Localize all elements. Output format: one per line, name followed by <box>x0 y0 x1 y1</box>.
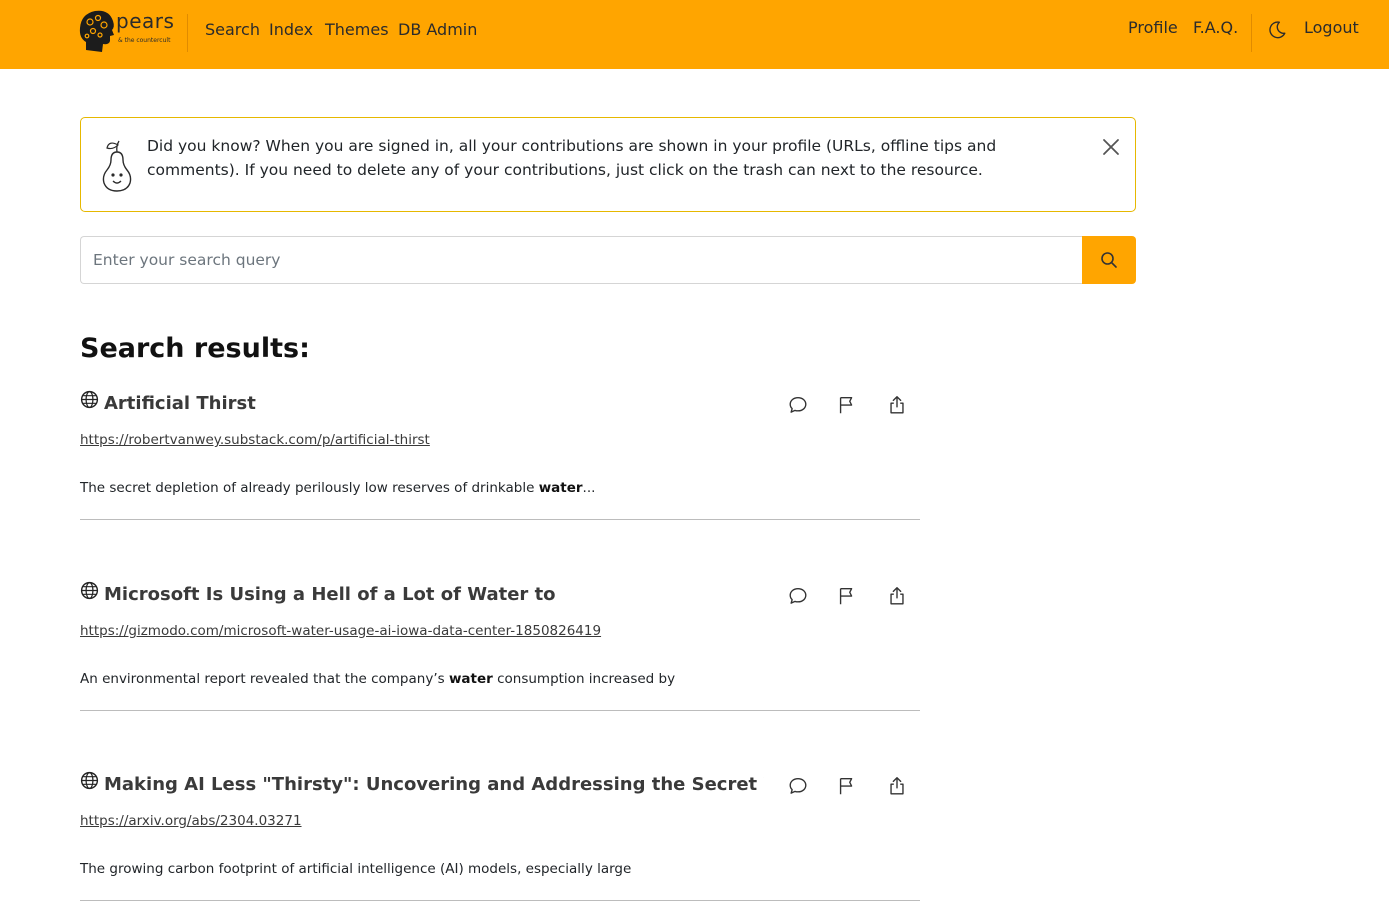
result-url-link[interactable]: https://robertvanwey.substack.com/p/arti… <box>80 432 430 448</box>
search-icon <box>1101 252 1117 268</box>
snippet-highlight: water <box>448 671 493 687</box>
brand-wordmark: pears <box>116 9 175 33</box>
result-snippet: The secret depletion of already perilous… <box>80 480 595 496</box>
moon-icon[interactable] <box>1266 19 1288 41</box>
globe-icon <box>80 581 99 600</box>
flag-icon[interactable] <box>836 394 858 416</box>
globe-icon <box>80 771 99 790</box>
share-icon[interactable] <box>886 585 908 607</box>
globe-icon <box>80 390 99 409</box>
result-title-link[interactable]: Making AI Less "Thirsty": Uncovering and… <box>104 774 764 795</box>
search-button[interactable] <box>1082 236 1136 284</box>
nav-link-search[interactable]: Search <box>205 20 260 39</box>
result-title-link[interactable]: Microsoft Is Using a Hell of a Lot of Wa… <box>104 584 764 605</box>
nav-link-themes[interactable]: Themes <box>325 20 389 39</box>
nav-divider <box>1251 14 1252 52</box>
comment-icon[interactable] <box>787 585 809 607</box>
nav-link-db-admin[interactable]: DB Admin <box>398 20 477 39</box>
info-alert: Did you know? When you are signed in, al… <box>80 117 1136 212</box>
snippet-text: ... <box>582 480 596 496</box>
snippet-text: The growing carbon footprint of artifici… <box>80 861 632 877</box>
result-snippet: The growing carbon footprint of artifici… <box>80 861 631 877</box>
comment-icon[interactable] <box>787 775 809 797</box>
brain-head-logo-icon <box>79 10 114 52</box>
nav-link-index[interactable]: Index <box>269 20 313 39</box>
search-input[interactable] <box>80 236 1082 284</box>
result-item: Microsoft Is Using a Hell of a Lot of Wa… <box>80 581 920 711</box>
nav-divider <box>187 14 188 52</box>
snippet-highlight: water <box>538 480 583 496</box>
result-item: Making AI Less "Thirsty": Uncovering and… <box>80 771 920 901</box>
share-icon[interactable] <box>886 775 908 797</box>
result-title-link[interactable]: Artificial Thirst <box>104 393 764 414</box>
navbar: pears & the countercult Search Index The… <box>0 0 1389 69</box>
flag-icon[interactable] <box>836 775 858 797</box>
snippet-text: consumption increased by <box>492 671 676 687</box>
pear-mascot-icon <box>102 140 132 192</box>
results-heading: Search results: <box>80 333 310 364</box>
snippet-text: The secret depletion of already perilous… <box>80 480 539 496</box>
result-snippet: An environmental report revealed that th… <box>80 671 675 687</box>
result-item: Artificial Thirst https://robertvanwey.s… <box>80 390 920 520</box>
logout-link[interactable]: Logout <box>1304 18 1359 37</box>
flag-icon[interactable] <box>836 585 858 607</box>
brand-logo[interactable]: pears & the countercult <box>78 8 175 58</box>
comment-icon[interactable] <box>787 394 809 416</box>
nav-link-profile[interactable]: Profile <box>1128 18 1178 37</box>
close-icon[interactable] <box>1101 137 1121 157</box>
snippet-text: An environmental report revealed that th… <box>80 671 449 687</box>
nav-link-faq[interactable]: F.A.Q. <box>1193 18 1238 37</box>
result-url-link[interactable]: https://arxiv.org/abs/2304.03271 <box>80 813 302 829</box>
share-icon[interactable] <box>886 394 908 416</box>
brand-tagline: & the countercult <box>118 37 171 44</box>
alert-message: Did you know? When you are signed in, al… <box>147 137 997 179</box>
result-url-link[interactable]: https://gizmodo.com/microsoft-water-usag… <box>80 623 601 639</box>
